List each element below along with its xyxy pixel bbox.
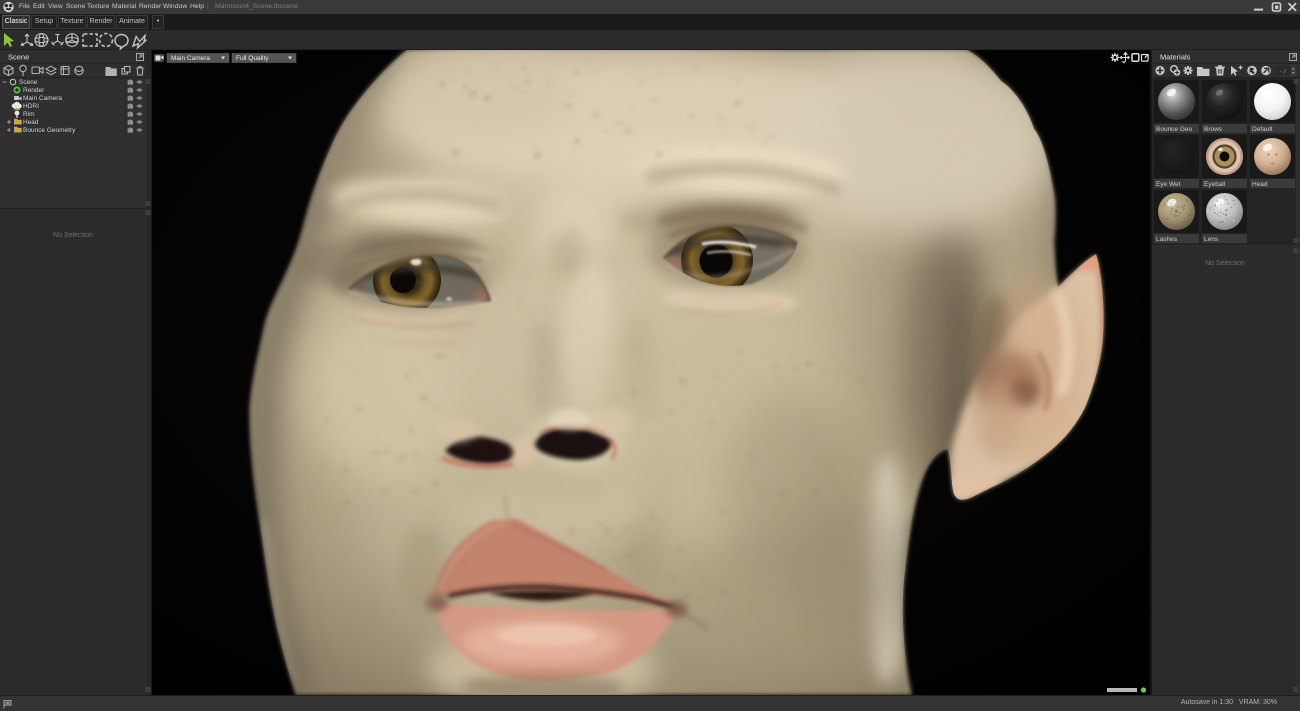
svg-text:Main Camera: Main Camera <box>171 55 210 62</box>
svg-text:Main Camera: Main Camera <box>23 95 62 102</box>
svg-text:Head: Head <box>23 119 39 126</box>
svg-text:Materials: Materials <box>1160 53 1191 62</box>
svg-text:No Selection: No Selection <box>1205 260 1245 267</box>
svg-text:Render: Render <box>23 87 45 94</box>
svg-text:Scene: Scene <box>8 53 29 62</box>
svg-text:Eye Wet: Eye Wet <box>1156 181 1181 188</box>
svg-text:Lens: Lens <box>1204 236 1219 243</box>
svg-text:Default: Default <box>1252 126 1273 133</box>
svg-text:Scene: Scene <box>19 79 38 86</box>
svg-text:Brows: Brows <box>1204 126 1223 133</box>
svg-text:Full Quality: Full Quality <box>236 55 269 62</box>
svg-text:Eyeball: Eyeball <box>1204 181 1226 188</box>
svg-text:- /: - / <box>1280 69 1286 76</box>
svg-text:HDRI: HDRI <box>23 103 39 110</box>
svg-text:Rim: Rim <box>23 111 35 118</box>
svg-text:Bounce Geometry: Bounce Geometry <box>23 127 76 134</box>
svg-text:Lashes: Lashes <box>1156 236 1178 243</box>
svg-text:No Selection: No Selection <box>53 232 93 239</box>
svg-text:Bounce Geo: Bounce Geo <box>1156 126 1193 133</box>
svg-text:Head: Head <box>1252 181 1268 188</box>
